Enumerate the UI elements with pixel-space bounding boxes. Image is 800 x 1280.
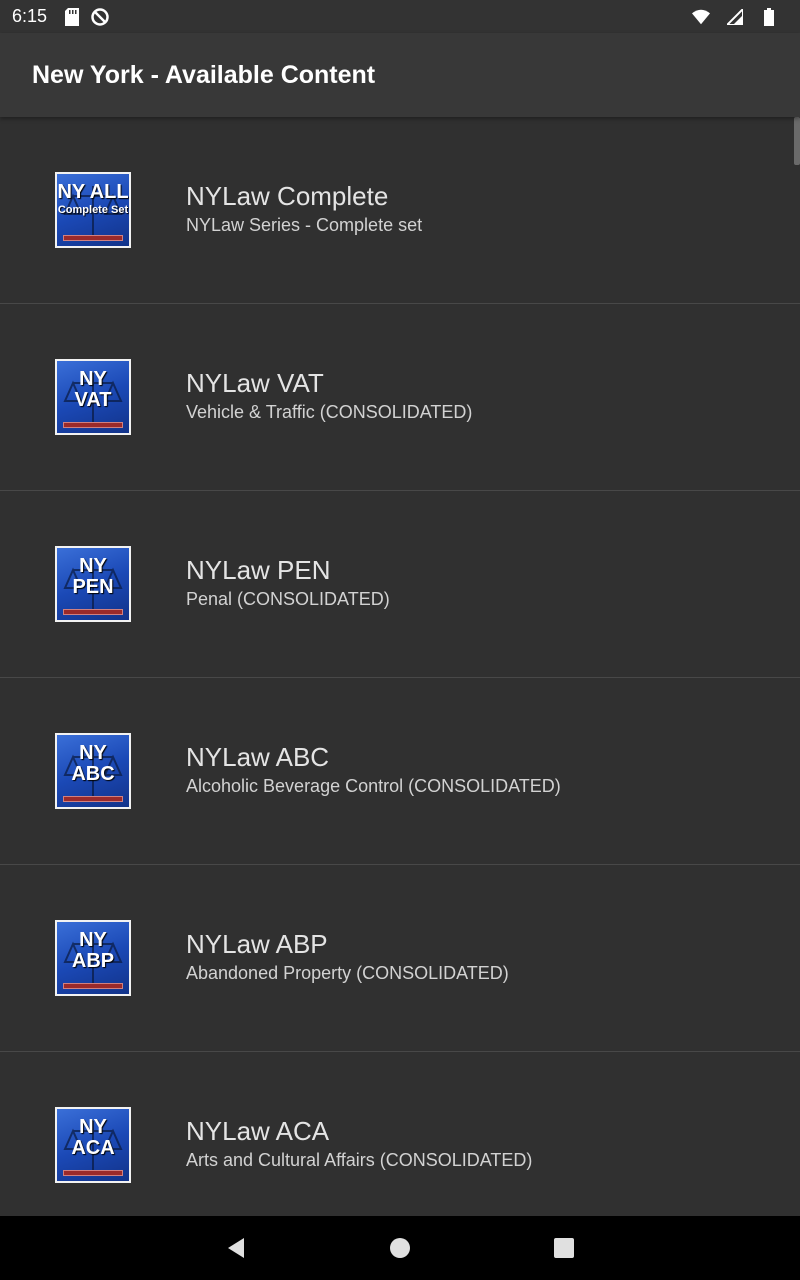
content-list[interactable]: NY ALL Complete Set NYLaw Complete NYLaw… — [0, 117, 800, 1216]
thumb-label-top: NY — [79, 929, 107, 951]
thumb-label-top: NY — [79, 742, 107, 764]
thumb-banner — [63, 796, 123, 802]
law-thumbnail-icon: NY ALL Complete Set — [55, 172, 131, 248]
list-item[interactable]: NY ABP NYLaw ABP Abandoned Property (CON… — [0, 865, 800, 1052]
thumb-label-top: NY — [79, 1116, 107, 1138]
thumb-label-bottom: PEN — [72, 576, 114, 598]
item-subtitle: Vehicle & Traffic (CONSOLIDATED) — [186, 402, 473, 422]
sync-blocked-icon — [91, 7, 109, 26]
thumb-label-bottom: ABC — [71, 763, 115, 785]
wifi-icon — [692, 8, 710, 26]
item-subtitle: Penal (CONSOLIDATED) — [186, 589, 390, 609]
law-thumbnail-icon: NY ABP — [55, 920, 131, 996]
law-thumbnail-icon: NY PEN — [55, 546, 131, 622]
thumb-label-top: NY — [79, 368, 107, 390]
list-item[interactable]: NY PEN NYLaw PEN Penal (CONSOLIDATED) — [0, 491, 800, 678]
battery-icon — [760, 7, 778, 26]
list-item[interactable]: NY VAT NYLaw VAT Vehicle & Traffic (CONS… — [0, 304, 800, 491]
scrollbar[interactable] — [794, 117, 800, 165]
sd-card-icon — [63, 7, 81, 26]
item-subtitle: NYLaw Series - Complete set — [186, 215, 423, 235]
thumb-label-bottom: VAT — [74, 389, 112, 411]
thumb-label-bottom: ABP — [71, 950, 115, 972]
cellular-signal-icon — [726, 8, 744, 26]
item-subtitle: Alcoholic Beverage Control (CONSOLIDATED… — [186, 776, 561, 796]
back-icon[interactable] — [224, 1236, 248, 1260]
law-thumbnail-icon: NY VAT — [55, 359, 131, 435]
list-item[interactable]: NY ALL Complete Set NYLaw Complete NYLaw… — [0, 117, 800, 304]
item-title: NYLaw ABP — [186, 929, 328, 959]
item-title: NYLaw ACA — [186, 1116, 330, 1146]
thumb-label-bottom: ACA — [71, 1137, 115, 1159]
thumb-label-top: NY ALL — [57, 181, 129, 203]
item-title: NYLaw PEN — [186, 555, 331, 585]
thumb-banner — [63, 235, 123, 241]
law-thumbnail-icon: NY ACA — [55, 1107, 131, 1183]
law-thumbnail-icon: NY ABC — [55, 733, 131, 809]
item-subtitle: Arts and Cultural Affairs (CONSOLIDATED) — [186, 1150, 533, 1170]
thumb-label-top: NY — [79, 555, 107, 577]
list-item[interactable]: NY ABC NYLaw ABC Alcoholic Beverage Cont… — [0, 678, 800, 865]
thumb-banner — [63, 983, 123, 989]
status-bar: 6:15 — [0, 0, 800, 33]
thumb-banner — [63, 422, 123, 428]
status-time: 6:15 — [12, 6, 48, 26]
item-title: NYLaw ABC — [186, 742, 330, 772]
page-title: New York - Available Content — [32, 60, 376, 89]
item-subtitle: Abandoned Property (CONSOLIDATED) — [186, 963, 509, 983]
item-title: NYLaw Complete — [186, 181, 389, 211]
navigation-bar — [0, 1216, 800, 1280]
app-bar: New York - Available Content — [0, 33, 800, 117]
thumb-banner — [63, 1170, 123, 1176]
recents-icon[interactable] — [552, 1236, 576, 1260]
home-icon[interactable] — [388, 1236, 412, 1260]
list-item[interactable]: NY ACA NYLaw ACA Arts and Cultural Affai… — [0, 1052, 800, 1216]
thumb-label-bottom: Complete Set — [57, 204, 129, 216]
thumb-banner — [63, 609, 123, 615]
item-title: NYLaw VAT — [186, 368, 324, 398]
